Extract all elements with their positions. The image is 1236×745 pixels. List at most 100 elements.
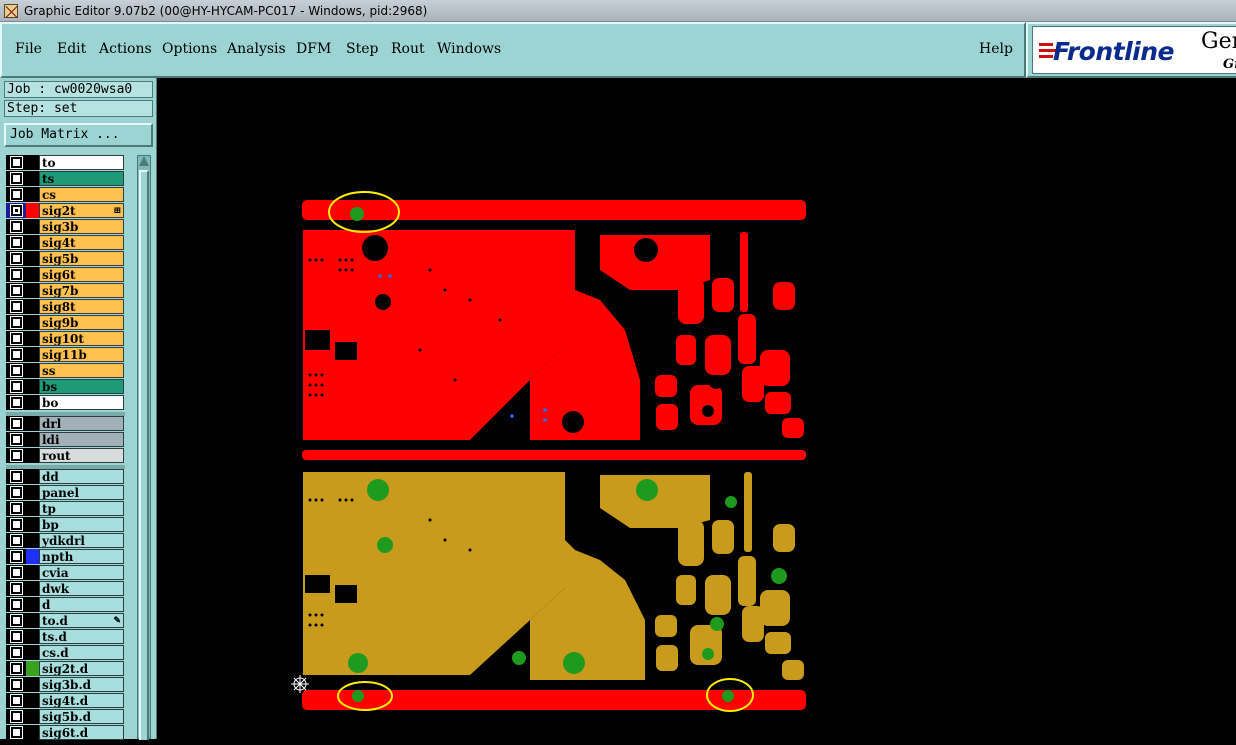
layer-row[interactable]: cs: [6, 187, 125, 202]
menu-windows[interactable]: Windows: [437, 41, 501, 57]
layer-checkbox[interactable]: [6, 581, 26, 596]
layer-name[interactable]: tp: [39, 501, 124, 516]
layer-row[interactable]: sig3b.d: [6, 677, 125, 692]
layer-row[interactable]: ts.d: [6, 629, 125, 644]
layer-checkbox[interactable]: [6, 283, 26, 298]
menu-analysis[interactable]: Analysis: [227, 41, 286, 57]
layer-row[interactable]: rout: [6, 448, 125, 463]
layer-checkbox[interactable]: [6, 203, 26, 218]
layer-row[interactable]: sig7b: [6, 283, 125, 298]
layer-name[interactable]: dd: [39, 469, 124, 484]
layer-name[interactable]: drl: [39, 416, 124, 431]
layer-row[interactable]: sig2t.d: [6, 661, 125, 676]
layer-checkbox[interactable]: [6, 251, 26, 266]
layer-name[interactable]: ts.d: [39, 629, 124, 644]
layer-name[interactable]: ss: [39, 363, 124, 378]
layer-name[interactable]: sig4t.d: [39, 693, 124, 708]
layer-checkbox[interactable]: [6, 645, 26, 660]
layer-row[interactable]: drl: [6, 416, 125, 431]
layer-checkbox[interactable]: [6, 469, 26, 484]
layer-name[interactable]: sig2t ⊞: [39, 203, 124, 218]
layer-row[interactable]: ts: [6, 171, 125, 186]
layer-checkbox[interactable]: [6, 267, 26, 282]
layer-row[interactable]: sig6t: [6, 267, 125, 282]
layer-checkbox[interactable]: [6, 171, 26, 186]
layer-checkbox[interactable]: [6, 363, 26, 378]
layer-checkbox[interactable]: [6, 565, 26, 580]
layer-name[interactable]: sig4t: [39, 235, 124, 250]
layer-name[interactable]: sig5b: [39, 251, 124, 266]
layer-checkbox[interactable]: [6, 597, 26, 612]
layer-checkbox[interactable]: [6, 549, 26, 564]
layer-name[interactable]: sig9b: [39, 315, 124, 330]
layer-row[interactable]: ss: [6, 363, 125, 378]
layer-checkbox[interactable]: [6, 725, 26, 740]
layer-name[interactable]: rout: [39, 448, 124, 463]
layer-row[interactable]: dwk: [6, 581, 125, 596]
menu-help[interactable]: Help: [979, 41, 1013, 57]
layer-name[interactable]: bo: [39, 395, 124, 410]
layer-row[interactable]: d: [6, 597, 125, 612]
layer-checkbox[interactable]: [6, 661, 26, 676]
layer-checkbox[interactable]: [6, 155, 26, 170]
layer-checkbox[interactable]: [6, 448, 26, 463]
layer-row[interactable]: bo: [6, 395, 125, 410]
layer-row[interactable]: dd: [6, 469, 125, 484]
layer-name[interactable]: sig11b: [39, 347, 124, 362]
layer-checkbox[interactable]: [6, 533, 26, 548]
layer-checkbox[interactable]: [6, 235, 26, 250]
layer-row[interactable]: sig11b: [6, 347, 125, 362]
layer-checkbox[interactable]: [6, 693, 26, 708]
layer-row[interactable]: sig4t: [6, 235, 125, 250]
layer-row[interactable]: ldi: [6, 432, 125, 447]
layer-name[interactable]: d: [39, 597, 124, 612]
layer-checkbox[interactable]: [6, 629, 26, 644]
layer-name[interactable]: to.d ✎: [39, 613, 124, 628]
layer-row[interactable]: sig5b: [6, 251, 125, 266]
layer-name[interactable]: ts: [39, 171, 124, 186]
menu-edit[interactable]: Edit: [57, 41, 86, 57]
layer-name[interactable]: sig5b.d: [39, 709, 124, 724]
layer-name[interactable]: sig10t: [39, 331, 124, 346]
layer-row[interactable]: cs.d: [6, 645, 125, 660]
layer-row[interactable]: sig6t.d: [6, 725, 125, 740]
layer-row[interactable]: sig5b.d: [6, 709, 125, 724]
layer-name[interactable]: dwk: [39, 581, 124, 596]
menu-rout[interactable]: Rout: [391, 41, 425, 57]
layer-name[interactable]: sig7b: [39, 283, 124, 298]
layer-row[interactable]: sig8t: [6, 299, 125, 314]
layer-checkbox[interactable]: [6, 709, 26, 724]
layer-checkbox[interactable]: [6, 677, 26, 692]
menu-actions[interactable]: Actions: [99, 41, 152, 57]
layer-name[interactable]: sig6t: [39, 267, 124, 282]
layer-row[interactable]: to: [6, 155, 125, 170]
layer-checkbox[interactable]: [6, 416, 26, 431]
layer-row[interactable]: bs: [6, 379, 125, 394]
graphics-canvas[interactable]: [158, 78, 1236, 739]
pcb-view[interactable]: [158, 78, 1236, 739]
layer-scrollbar[interactable]: [137, 155, 151, 740]
layer-name[interactable]: cs: [39, 187, 124, 202]
layer-row[interactable]: panel: [6, 485, 125, 500]
layer-name[interactable]: sig3b: [39, 219, 124, 234]
layer-checkbox[interactable]: [6, 315, 26, 330]
layer-checkbox[interactable]: [6, 501, 26, 516]
layer-row[interactable]: ydkdrl: [6, 533, 125, 548]
layer-row[interactable]: sig9b: [6, 315, 125, 330]
layer-checkbox[interactable]: [6, 432, 26, 447]
layer-name[interactable]: bp: [39, 517, 124, 532]
menu-dfm[interactable]: DFM: [296, 41, 331, 57]
layer-name[interactable]: sig6t.d: [39, 725, 124, 740]
layer-row[interactable]: npth: [6, 549, 125, 564]
layer-name[interactable]: ydkdrl: [39, 533, 124, 548]
layer-row[interactable]: sig10t: [6, 331, 125, 346]
menu-options[interactable]: Options: [162, 41, 217, 57]
layer-row[interactable]: sig2t ⊞: [6, 203, 125, 218]
layer-checkbox[interactable]: [6, 379, 26, 394]
layer-name[interactable]: sig3b.d: [39, 677, 124, 692]
layer-checkbox[interactable]: [6, 485, 26, 500]
layer-name[interactable]: sig2t.d: [39, 661, 124, 676]
menu-file[interactable]: File: [15, 41, 42, 57]
layer-name[interactable]: bs: [39, 379, 124, 394]
layer-checkbox[interactable]: [6, 613, 26, 628]
